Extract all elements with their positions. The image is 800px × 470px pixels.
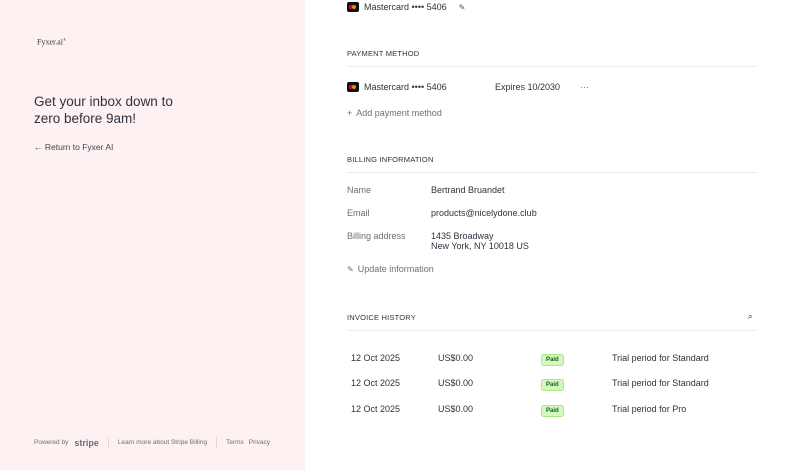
- update-information-button[interactable]: ✎ Update information: [347, 264, 434, 274]
- status-badge: Paid: [541, 379, 564, 392]
- invoice-date: 12 Oct 2025: [351, 378, 401, 389]
- add-payment-label: Add payment method: [356, 108, 442, 118]
- mastercard-icon: [347, 82, 359, 92]
- status-badge: Paid: [541, 353, 564, 366]
- invoice-amount: US$0.00: [438, 378, 474, 389]
- invoice-description: Trial period for Pro: [612, 403, 687, 414]
- invoice-table: 12 Oct 2025 US$0.00 Paid Trial period for S…: [351, 345, 757, 422]
- invoice-title-text: INVOICE HISTORY: [347, 313, 416, 322]
- invoice-date: 12 Oct 2025: [351, 352, 401, 363]
- invoice-history-title: INVOICE HISTORY ⌕: [347, 311, 757, 331]
- add-payment-method-button[interactable]: + Add payment method: [347, 108, 442, 118]
- stripe-logo[interactable]: stripe: [74, 438, 99, 448]
- left-panel: Fyxer.ai® Get your inbox down to zero be…: [0, 0, 305, 470]
- return-label: Return to Fyxer AI: [44, 142, 114, 152]
- headline: Get your inbox down to zero before 9am!: [34, 94, 173, 126]
- card-expiry: Expires 10/2030: [495, 82, 561, 92]
- card-label: Mastercard •••• 5406: [364, 82, 447, 92]
- divider: [216, 437, 218, 448]
- current-card: Mastercard •••• 5406 ✎: [347, 2, 465, 12]
- mastercard-icon: [347, 2, 359, 12]
- arrow-left-icon: ←: [34, 142, 45, 152]
- field-value: products@nicelydone.club: [431, 208, 537, 218]
- invoice-row[interactable]: 12 Oct 2025 US$0.00 Paid Trial period for S…: [351, 345, 757, 371]
- payment-method-row: Mastercard •••• 5406 Expires 10/2030 ···: [347, 82, 757, 92]
- update-label: Update information: [357, 264, 434, 274]
- payment-method-title: PAYMENT METHOD: [347, 49, 757, 67]
- invoice-description: Trial period for Standard: [612, 352, 709, 363]
- privacy-link[interactable]: Privacy: [249, 439, 270, 446]
- learn-more-link[interactable]: Learn more about Stripe Billing: [118, 439, 207, 446]
- billing-address-row: Billing address 1435 Broadway New York, NY…: [347, 231, 529, 251]
- address-line-1: 1435 Broadway: [431, 231, 494, 241]
- billing-name-row: Name Bertrand Bruandet: [347, 185, 505, 195]
- powered-by: Powered by: [34, 439, 69, 446]
- footer: Powered by stripe Learn more about Strip…: [34, 437, 270, 448]
- terms-link[interactable]: Terms: [226, 439, 244, 446]
- invoice-date: 12 Oct 2025: [351, 403, 401, 414]
- more-options-button[interactable]: ···: [580, 82, 589, 92]
- invoice-amount: US$0.00: [438, 352, 474, 363]
- logo: Fyxer.ai®: [37, 37, 67, 47]
- billing-title: BILLING INFORMATION: [347, 155, 757, 173]
- card-label: Mastercard •••• 5406: [364, 2, 447, 12]
- logo-text: Fyxer.ai: [37, 37, 63, 47]
- search-icon[interactable]: ⌕: [748, 311, 753, 322]
- edit-icon: ✎: [347, 264, 354, 274]
- invoice-amount: US$0.00: [438, 403, 474, 414]
- invoice-row[interactable]: 12 Oct 2025 US$0.00 Paid Trial period for P…: [351, 396, 757, 422]
- field-value: Bertrand Bruandet: [431, 185, 505, 195]
- invoice-description: Trial period for Standard: [612, 378, 709, 389]
- return-link[interactable]: ← Return to Fyxer AI: [34, 142, 113, 152]
- billing-email-row: Email products@nicelydone.club: [347, 208, 537, 218]
- status-badge: Paid: [541, 404, 564, 417]
- invoice-row[interactable]: 12 Oct 2025 US$0.00 Paid Trial period for S…: [351, 371, 757, 397]
- divider: [107, 437, 109, 448]
- plus-icon: +: [347, 108, 353, 118]
- field-label: Billing address: [347, 231, 406, 241]
- field-label: Email: [347, 208, 370, 218]
- field-label: Name: [347, 185, 372, 195]
- address-line-2: New York, NY 10018 US: [431, 241, 529, 251]
- pencil-icon[interactable]: ✎: [459, 3, 466, 12]
